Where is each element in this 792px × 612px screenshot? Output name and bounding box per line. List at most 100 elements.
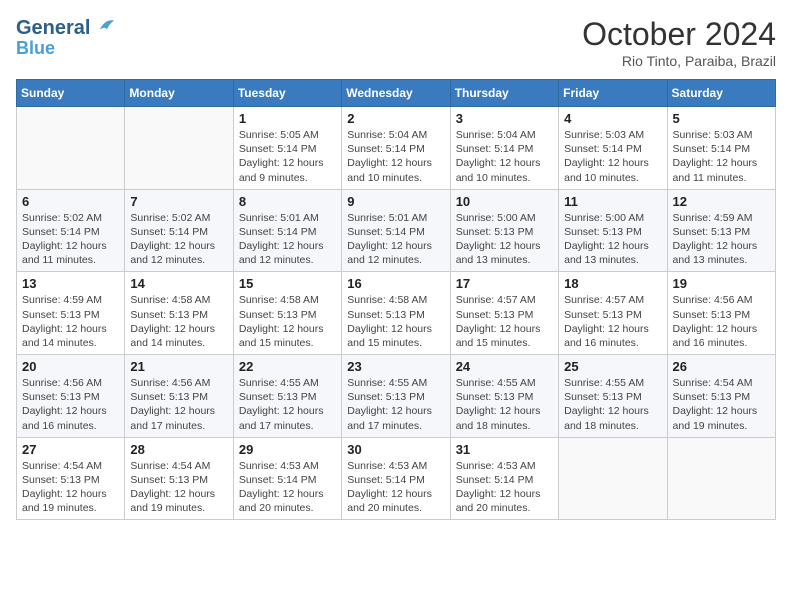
day-number: 14 [130,276,227,291]
calendar-cell: 19 Sunrise: 4:56 AM Sunset: 5:13 PM Dayli… [667,272,775,355]
header: General Blue October 2024 Rio Tinto, Par… [16,16,776,69]
calendar-cell: 16Sunrise: 4:58 AM Sunset: 5:13 PM Dayli… [342,272,450,355]
page: General Blue October 2024 Rio Tinto, Par… [0,0,792,612]
day-info: Sunrise: 4:59 AM Sunset: 5:13 PM Dayligh… [22,293,119,350]
calendar-cell: 2 Sunrise: 5:04 AM Sunset: 5:14 PM Daylig… [342,107,450,190]
day-info: Sunrise: 4:55 AM Sunset: 5:13 PM Dayligh… [239,376,336,433]
day-info: Sunrise: 4:59 AM Sunset: 5:13 PM Dayligh… [673,211,770,268]
logo-text: General [16,16,116,39]
calendar-cell: 25 Sunrise: 4:55 AM Sunset: 5:13 PM Dayli… [559,355,667,438]
calendar-table: SundayMondayTuesdayWednesdayThursdayFrid… [16,79,776,520]
day-info: Sunrise: 4:56 AM Sunset: 5:13 PM Dayligh… [673,293,770,350]
logo-blue-text: Blue [16,39,116,59]
day-number: 30 [347,442,444,457]
location-subtitle: Rio Tinto, Paraiba, Brazil [582,53,776,69]
day-number: 27 [22,442,119,457]
calendar-cell: 7Sunrise: 5:02 AM Sunset: 5:14 PM Daylig… [125,189,233,272]
day-info: Sunrise: 4:54 AM Sunset: 5:13 PM Dayligh… [673,376,770,433]
day-info: Sunrise: 4:57 AM Sunset: 5:13 PM Dayligh… [456,293,553,350]
day-info: Sunrise: 4:54 AM Sunset: 5:13 PM Dayligh… [22,459,119,516]
day-number: 2 [347,111,444,126]
day-number: 10 [456,194,553,209]
day-number: 12 [673,194,770,209]
weekday-header: Monday [125,80,233,107]
day-info: Sunrise: 4:55 AM Sunset: 5:13 PM Dayligh… [564,376,661,433]
day-info: Sunrise: 4:58 AM Sunset: 5:13 PM Dayligh… [239,293,336,350]
day-number: 9 [347,194,444,209]
day-number: 1 [239,111,336,126]
day-number: 22 [239,359,336,374]
calendar-cell: 10 Sunrise: 5:00 AM Sunset: 5:13 PM Dayli… [450,189,558,272]
calendar-cell: 20Sunrise: 4:56 AM Sunset: 5:13 PM Dayli… [17,355,125,438]
calendar-cell: 8 Sunrise: 5:01 AM Sunset: 5:14 PM Daylig… [233,189,341,272]
day-info: Sunrise: 4:58 AM Sunset: 5:13 PM Dayligh… [130,293,227,350]
day-info: Sunrise: 5:03 AM Sunset: 5:14 PM Dayligh… [564,128,661,185]
day-number: 18 [564,276,661,291]
day-number: 23 [347,359,444,374]
day-info: Sunrise: 5:00 AM Sunset: 5:13 PM Dayligh… [564,211,661,268]
calendar-cell [125,107,233,190]
day-info: Sunrise: 4:55 AM Sunset: 5:13 PM Dayligh… [456,376,553,433]
calendar-cell: 31 Sunrise: 4:53 AM Sunset: 5:14 PM Dayli… [450,437,558,520]
day-number: 5 [673,111,770,126]
calendar-cell: 29Sunrise: 4:53 AM Sunset: 5:14 PM Dayli… [233,437,341,520]
weekday-header: Saturday [667,80,775,107]
day-number: 24 [456,359,553,374]
day-number: 21 [130,359,227,374]
day-number: 26 [673,359,770,374]
calendar-cell: 12 Sunrise: 4:59 AM Sunset: 5:13 PM Dayli… [667,189,775,272]
day-info: Sunrise: 4:56 AM Sunset: 5:13 PM Dayligh… [130,376,227,433]
day-info: Sunrise: 4:57 AM Sunset: 5:13 PM Dayligh… [564,293,661,350]
calendar-cell: 1Sunrise: 5:05 AM Sunset: 5:14 PM Daylig… [233,107,341,190]
calendar-cell: 5 Sunrise: 5:03 AM Sunset: 5:14 PM Daylig… [667,107,775,190]
day-number: 19 [673,276,770,291]
day-number: 17 [456,276,553,291]
weekday-header: Friday [559,80,667,107]
day-info: Sunrise: 5:01 AM Sunset: 5:14 PM Dayligh… [347,211,444,268]
title-block: October 2024 Rio Tinto, Paraiba, Brazil [582,16,776,69]
logo: General Blue [16,16,116,59]
day-info: Sunrise: 4:54 AM Sunset: 5:13 PM Dayligh… [130,459,227,516]
day-number: 28 [130,442,227,457]
day-info: Sunrise: 5:04 AM Sunset: 5:14 PM Dayligh… [347,128,444,185]
calendar-header: SundayMondayTuesdayWednesdayThursdayFrid… [17,80,776,107]
calendar-cell: 6 Sunrise: 5:02 AM Sunset: 5:14 PM Daylig… [17,189,125,272]
day-info: Sunrise: 5:00 AM Sunset: 5:13 PM Dayligh… [456,211,553,268]
weekday-header: Wednesday [342,80,450,107]
weekday-header: Tuesday [233,80,341,107]
weekday-header: Thursday [450,80,558,107]
calendar-cell [667,437,775,520]
day-number: 6 [22,194,119,209]
calendar-cell: 28 Sunrise: 4:54 AM Sunset: 5:13 PM Dayli… [125,437,233,520]
day-number: 3 [456,111,553,126]
calendar-cell: 26 Sunrise: 4:54 AM Sunset: 5:13 PM Dayli… [667,355,775,438]
calendar-cell: 27 Sunrise: 4:54 AM Sunset: 5:13 PM Dayli… [17,437,125,520]
calendar-cell: 24 Sunrise: 4:55 AM Sunset: 5:13 PM Dayli… [450,355,558,438]
day-info: Sunrise: 4:56 AM Sunset: 5:13 PM Dayligh… [22,376,119,433]
day-info: Sunrise: 5:04 AM Sunset: 5:14 PM Dayligh… [456,128,553,185]
day-info: Sunrise: 5:02 AM Sunset: 5:14 PM Dayligh… [22,211,119,268]
day-info: Sunrise: 4:53 AM Sunset: 5:14 PM Dayligh… [239,459,336,516]
calendar-cell: 30 Sunrise: 4:53 AM Sunset: 5:14 PM Dayli… [342,437,450,520]
day-info: Sunrise: 5:03 AM Sunset: 5:14 PM Dayligh… [673,128,770,185]
day-info: Sunrise: 4:53 AM Sunset: 5:14 PM Dayligh… [456,459,553,516]
calendar-cell: 21 Sunrise: 4:56 AM Sunset: 5:13 PM Dayli… [125,355,233,438]
calendar-cell: 3 Sunrise: 5:04 AM Sunset: 5:14 PM Daylig… [450,107,558,190]
day-number: 8 [239,194,336,209]
calendar-cell: 4Sunrise: 5:03 AM Sunset: 5:14 PM Daylig… [559,107,667,190]
calendar-cell: 9 Sunrise: 5:01 AM Sunset: 5:14 PM Daylig… [342,189,450,272]
month-title: October 2024 [582,16,776,53]
day-info: Sunrise: 4:55 AM Sunset: 5:13 PM Dayligh… [347,376,444,433]
day-info: Sunrise: 4:53 AM Sunset: 5:14 PM Dayligh… [347,459,444,516]
day-number: 25 [564,359,661,374]
day-info: Sunrise: 5:01 AM Sunset: 5:14 PM Dayligh… [239,211,336,268]
calendar-cell: 15 Sunrise: 4:58 AM Sunset: 5:13 PM Dayli… [233,272,341,355]
day-number: 15 [239,276,336,291]
calendar-cell: 11 Sunrise: 5:00 AM Sunset: 5:13 PM Dayli… [559,189,667,272]
weekday-header: Sunday [17,80,125,107]
day-number: 7 [130,194,227,209]
day-number: 13 [22,276,119,291]
day-number: 31 [456,442,553,457]
calendar-cell: 23 Sunrise: 4:55 AM Sunset: 5:13 PM Dayli… [342,355,450,438]
day-number: 11 [564,194,661,209]
